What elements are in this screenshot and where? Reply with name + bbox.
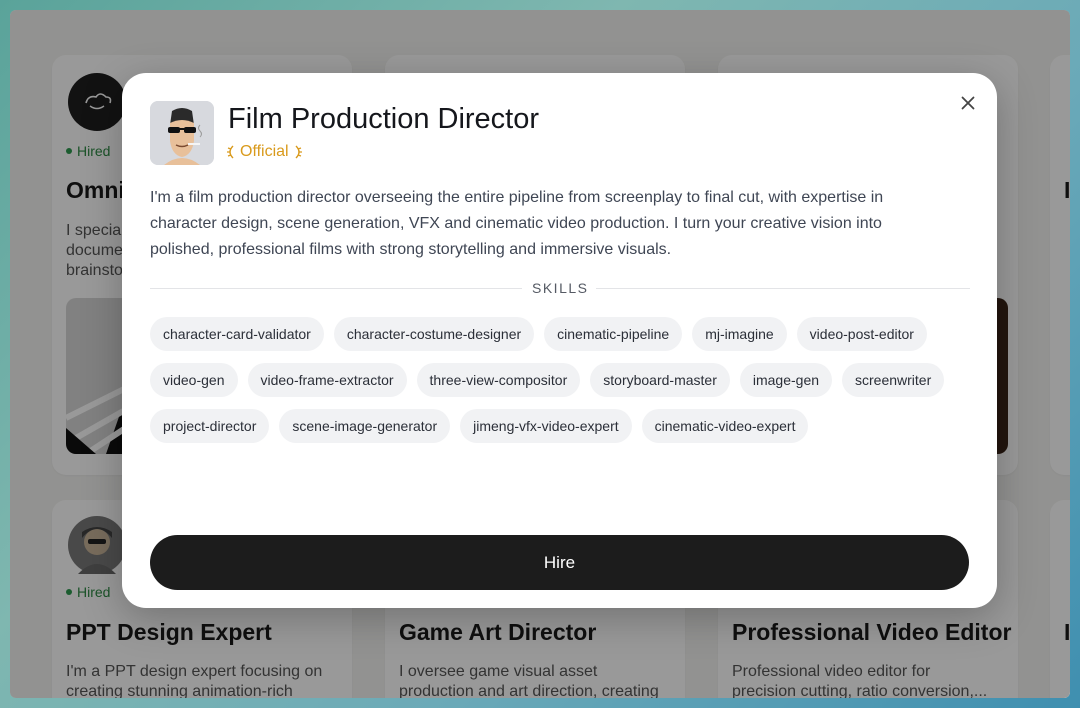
badge-text: Official bbox=[240, 143, 289, 160]
skill-chip[interactable]: project-director bbox=[150, 409, 270, 443]
skill-chip[interactable]: cinematic-pipeline bbox=[544, 317, 683, 351]
skill-chip[interactable]: character-card-validator bbox=[150, 317, 324, 351]
laurel-right-icon bbox=[295, 145, 302, 159]
agent-avatar bbox=[150, 101, 214, 165]
skill-chip[interactable]: cinematic-video-expert bbox=[641, 409, 809, 443]
skill-chip[interactable]: screenwriter bbox=[842, 363, 945, 397]
skill-chip[interactable]: character-costume-designer bbox=[333, 317, 535, 351]
skill-chip[interactable]: video-gen bbox=[150, 363, 238, 397]
official-badge: Official bbox=[226, 143, 303, 161]
agent-detail-modal: Film Production Director Official I'm a … bbox=[122, 73, 997, 608]
laurel-left-icon bbox=[227, 145, 234, 159]
skill-chip[interactable]: video-post-editor bbox=[796, 317, 927, 351]
skill-chip[interactable]: jimeng-vfx-video-expert bbox=[460, 409, 632, 443]
skill-chip[interactable]: image-gen bbox=[739, 363, 833, 397]
close-button[interactable] bbox=[956, 91, 980, 115]
agent-description: I'm a film production director overseein… bbox=[150, 189, 884, 258]
close-icon bbox=[961, 96, 975, 110]
director-avatar-icon bbox=[150, 101, 214, 165]
skill-chip[interactable]: mj-imagine bbox=[692, 317, 787, 351]
skill-chip[interactable]: video-frame-extractor bbox=[247, 363, 407, 397]
modal-title: Film Production Director bbox=[228, 103, 540, 135]
skills-divider: SKILLS bbox=[150, 280, 970, 296]
hire-button[interactable]: Hire bbox=[150, 535, 969, 590]
skill-chip[interactable]: scene-image-generator bbox=[279, 409, 451, 443]
skills-list: character-card-validator character-costu… bbox=[150, 317, 980, 443]
skills-heading: SKILLS bbox=[532, 280, 589, 296]
divider-line bbox=[596, 288, 970, 289]
skill-chip[interactable]: storyboard-master bbox=[590, 363, 730, 397]
skill-chip[interactable]: three-view-compositor bbox=[416, 363, 581, 397]
divider-line bbox=[150, 288, 522, 289]
